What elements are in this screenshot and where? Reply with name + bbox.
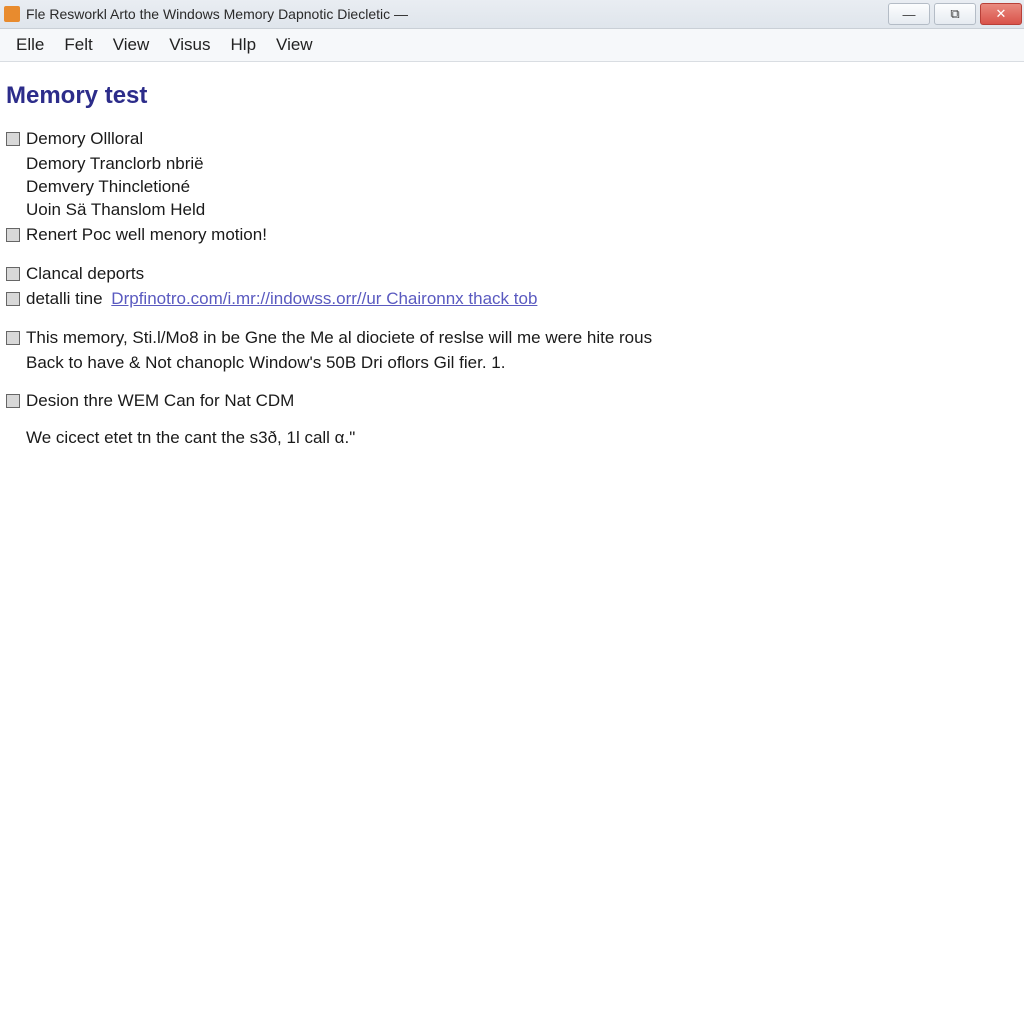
bullet-icon — [6, 394, 20, 408]
list-item: Demory Ollloral — [6, 128, 1018, 151]
list-item-label: Clancal deports — [26, 263, 144, 286]
app-window: Fle Resworkl Arto the Windows Memory Dap… — [0, 0, 1024, 1024]
list-item: This memory, Sti.l/Mo8 in be Gne the Me … — [6, 327, 1018, 350]
app-icon — [4, 6, 20, 22]
list-item: Desion thre WEM Can for Nat CDM — [6, 390, 1018, 413]
section-memory-list: Demory Ollloral Demory Tranclorb nbrië D… — [6, 128, 1018, 247]
list-item: Renert Poc well menory motion! — [6, 224, 1018, 247]
list-item: Clancal deports — [6, 263, 1018, 286]
titlebar: Fle Resworkl Arto the Windows Memory Dap… — [0, 0, 1024, 29]
menu-item-visus[interactable]: Visus — [169, 35, 210, 55]
titlebar-left: Fle Resworkl Arto the Windows Memory Dap… — [4, 6, 408, 22]
menu-item-felt[interactable]: Felt — [64, 35, 92, 55]
bullet-icon — [6, 228, 20, 242]
detail-link[interactable]: Drpfinotro.com/i.mr://indowss.orr//ur Ch… — [111, 289, 537, 308]
list-item-label: Desion thre WEM Can for Nat CDM — [26, 390, 294, 413]
bullet-icon — [6, 292, 20, 306]
window-controls: — ⧉ ✕ — [888, 3, 1022, 25]
list-item-sub: Demvery Thincletioné — [6, 176, 1018, 199]
list-item-sub: Uoin Sä Thanslom Held — [6, 199, 1018, 222]
bullet-icon — [6, 132, 20, 146]
minimize-button[interactable]: — — [888, 3, 930, 25]
list-item-label: Renert Poc well menory motion! — [26, 224, 267, 247]
list-item-label: Demory Ollloral — [26, 128, 143, 151]
section-desion: Desion thre WEM Can for Nat CDM We cicec… — [6, 390, 1018, 450]
menu-item-hlp[interactable]: Hlp — [231, 35, 257, 55]
section-clancal: Clancal deports detalli tine Drpfinotro.… — [6, 263, 1018, 311]
detail-label: detalli tine — [26, 289, 103, 308]
menu-item-view2[interactable]: View — [276, 35, 313, 55]
bullet-icon — [6, 267, 20, 281]
section-this-memory: This memory, Sti.l/Mo8 in be Gne the Me … — [6, 327, 1018, 375]
menubar: Elle Felt View Visus Hlp View — [0, 29, 1024, 62]
bullet-icon — [6, 331, 20, 345]
paragraph-line: Back to have & Not chanoplc Window's 50B… — [6, 352, 1018, 375]
page-title: Memory test — [6, 82, 1018, 110]
window-title: Fle Resworkl Arto the Windows Memory Dap… — [26, 6, 408, 22]
list-item: detalli tine Drpfinotro.com/i.mr://indow… — [6, 288, 1018, 311]
menu-item-view1[interactable]: View — [113, 35, 150, 55]
list-item-sub: Demory Tranclorb nbrië — [6, 153, 1018, 176]
paragraph-line: This memory, Sti.l/Mo8 in be Gne the Me … — [26, 327, 652, 350]
close-button[interactable]: ✕ — [980, 3, 1022, 25]
paragraph-line: We cicect etet tn the cant the s3ð, 1l c… — [6, 427, 1018, 450]
maximize-button[interactable]: ⧉ — [934, 3, 976, 25]
menu-item-elle[interactable]: Elle — [16, 35, 44, 55]
content-area: Memory test Demory Ollloral Demory Tranc… — [0, 62, 1024, 450]
